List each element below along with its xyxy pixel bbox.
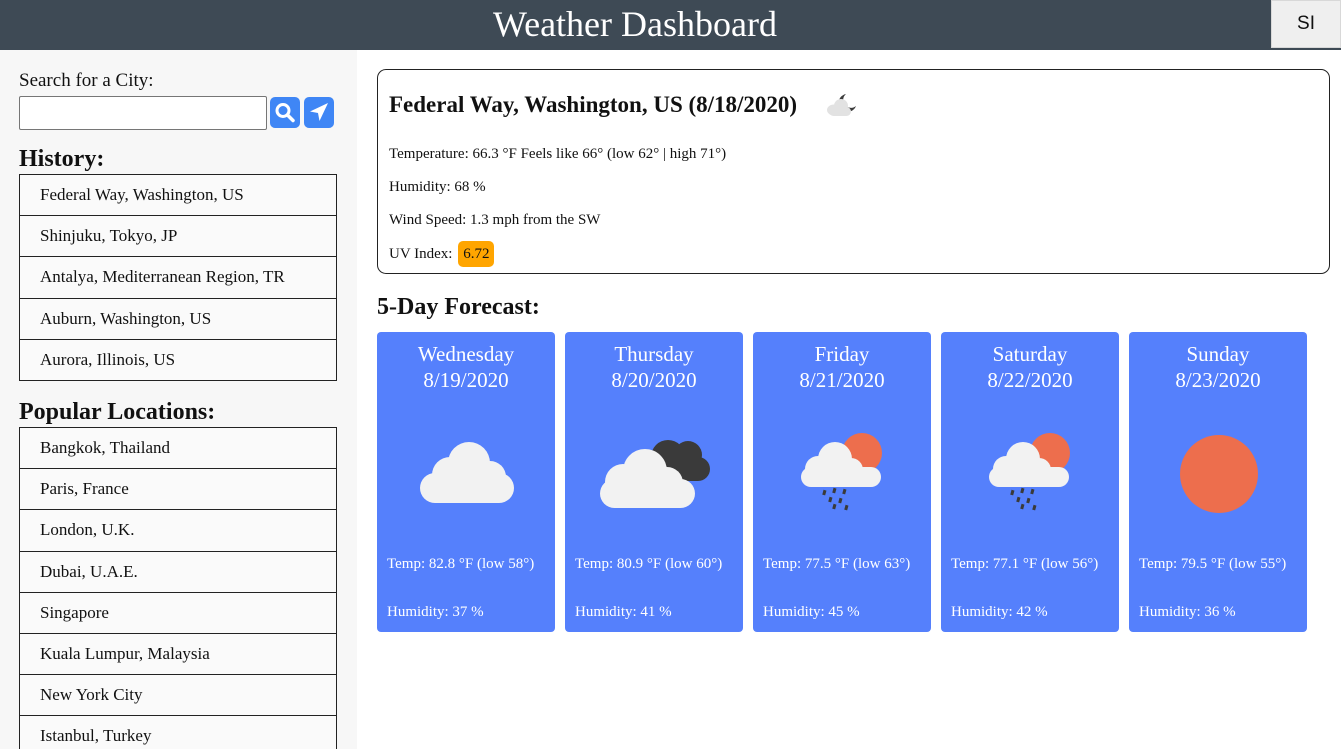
history-item[interactable]: Antalya, Mediterranean Region, TR bbox=[19, 256, 337, 299]
history-item[interactable]: Federal Way, Washington, US bbox=[19, 174, 337, 217]
popular-item[interactable]: Singapore bbox=[19, 591, 337, 634]
forecast-temp: Temp: 79.5 °F (low 55°) bbox=[1139, 556, 1287, 572]
forecast-card: Thursday 8/20/2020 Temp: 80.9 °F (low 60… bbox=[565, 332, 743, 632]
forecast-humidity: Humidity: 36 % bbox=[1139, 604, 1236, 620]
search-label: Search for a City: bbox=[19, 70, 154, 91]
current-city-title: Federal Way, Washington, US (8/18/2020) bbox=[389, 92, 798, 117]
forecast-day: Wednesday bbox=[417, 342, 515, 366]
popular-item[interactable]: Paris, France bbox=[19, 468, 337, 511]
forecast-date: 8/19/2020 bbox=[423, 368, 509, 392]
forecast-date: 8/23/2020 bbox=[1175, 368, 1261, 392]
partly-cloudy-night-icon bbox=[827, 94, 856, 116]
forecast-day: Saturday bbox=[992, 342, 1068, 366]
history-item[interactable]: Aurora, Illinois, US bbox=[19, 338, 337, 381]
sun-rain-icon bbox=[801, 433, 882, 511]
forecast-day: Friday bbox=[814, 342, 870, 366]
popular-item[interactable]: New York City bbox=[19, 674, 337, 717]
forecast-day: Thursday bbox=[614, 342, 694, 366]
uv-label: UV Index: bbox=[389, 246, 453, 262]
popular-item[interactable]: London, U.K. bbox=[19, 509, 337, 552]
forecast-humidity: Humidity: 42 % bbox=[951, 604, 1048, 620]
forecast-card: Saturday 8/22/2020 Temp: 77.1 °F (low 56… bbox=[941, 332, 1119, 632]
sun-icon bbox=[1180, 435, 1258, 513]
popular-heading: Popular Locations: bbox=[19, 399, 216, 425]
forecast-card: Friday 8/21/2020 Temp: 77.5 °F (low 63°)… bbox=[753, 332, 931, 632]
forecast-humidity: Humidity: 41 % bbox=[575, 604, 672, 620]
uv-badge: 6.72 bbox=[458, 241, 495, 267]
forecast-day: Sunday bbox=[1186, 342, 1250, 366]
current-temperature: Temperature: 66.3 °F Feels like 66° (low… bbox=[389, 146, 727, 162]
forecast-card: Wednesday 8/19/2020 Temp: 82.8 °F (low 5… bbox=[377, 332, 555, 632]
history-item[interactable]: Shinjuku, Tokyo, JP bbox=[19, 215, 337, 258]
forecast-card: Sunday 8/23/2020 Temp: 79.5 °F (low 55°)… bbox=[1129, 332, 1307, 632]
popular-item[interactable]: Kuala Lumpur, Malaysia bbox=[19, 632, 337, 676]
location-arrow-icon bbox=[310, 103, 328, 121]
page-title: Weather Dashboard bbox=[493, 4, 777, 44]
forecast-temp: Temp: 82.8 °F (low 58°) bbox=[387, 556, 535, 572]
popular-item[interactable]: Dubai, U.A.E. bbox=[19, 550, 337, 593]
search-input[interactable] bbox=[19, 96, 267, 130]
unit-toggle-button[interactable]: SI bbox=[1271, 0, 1341, 48]
sidebar: Search for a City: History: Federal Way,… bbox=[0, 50, 357, 749]
current-wind: Wind Speed: 1.3 mph from the SW bbox=[389, 212, 601, 228]
cloud-icon bbox=[420, 442, 514, 503]
history-list: Federal Way, Washington, US Shinjuku, To… bbox=[19, 174, 337, 381]
overcast-clouds-icon bbox=[600, 440, 710, 508]
current-humidity: Humidity: 68 % bbox=[389, 179, 486, 195]
popular-item[interactable]: Bangkok, Thailand bbox=[19, 427, 337, 470]
popular-item[interactable]: Istanbul, Turkey bbox=[19, 715, 337, 749]
forecast-temp: Temp: 77.1 °F (low 56°) bbox=[951, 556, 1099, 572]
search-button[interactable] bbox=[270, 97, 300, 128]
history-item[interactable]: Auburn, Washington, US bbox=[19, 297, 337, 340]
forecast-temp: Temp: 77.5 °F (low 63°) bbox=[763, 556, 911, 572]
history-heading: History: bbox=[19, 146, 105, 172]
header: Weather Dashboard SI bbox=[0, 0, 1341, 50]
locate-button[interactable] bbox=[304, 97, 334, 128]
forecast-humidity: Humidity: 37 % bbox=[387, 604, 484, 620]
current-weather-card: Federal Way, Washington, US (8/18/2020) … bbox=[377, 69, 1330, 274]
popular-list: Bangkok, Thailand Paris, France London, … bbox=[19, 427, 337, 749]
search-icon bbox=[275, 103, 295, 123]
forecast-temp: Temp: 80.9 °F (low 60°) bbox=[575, 556, 723, 572]
forecast-date: 8/21/2020 bbox=[799, 368, 885, 392]
forecast-date: 8/20/2020 bbox=[611, 368, 697, 392]
forecast-date: 8/22/2020 bbox=[987, 368, 1073, 392]
forecast-heading: 5-Day Forecast: bbox=[377, 294, 540, 320]
current-uv: UV Index: 6.72 bbox=[389, 240, 495, 268]
forecast-humidity: Humidity: 45 % bbox=[763, 604, 860, 620]
sun-rain-icon bbox=[989, 433, 1070, 511]
